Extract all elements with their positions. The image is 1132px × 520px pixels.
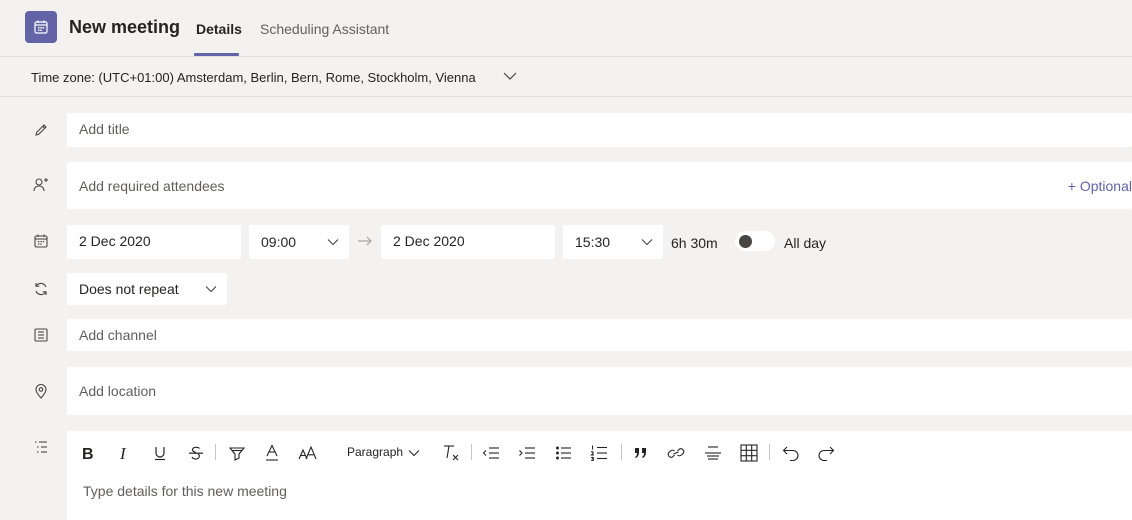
underline-icon[interactable] xyxy=(151,442,169,464)
attendees-placeholder: Add required attendees xyxy=(79,178,225,194)
all-day-toggle[interactable] xyxy=(735,231,775,251)
details-list-icon xyxy=(31,437,51,457)
increase-indent-icon[interactable] xyxy=(517,442,537,464)
svg-text:B: B xyxy=(82,446,94,461)
bold-icon[interactable]: B xyxy=(79,442,97,464)
redo-icon[interactable] xyxy=(816,442,836,464)
chevron-down-icon xyxy=(409,449,420,457)
channel-field[interactable]: Add channel xyxy=(67,319,1132,351)
title-placeholder: Add title xyxy=(79,121,130,137)
end-time-select[interactable]: 15:30 xyxy=(563,225,663,259)
highlight-icon[interactable] xyxy=(227,442,247,464)
toolbar-separator xyxy=(621,444,622,460)
chevron-down-icon[interactable] xyxy=(205,285,217,293)
quote-icon[interactable] xyxy=(631,442,651,464)
end-date-value: 2 Dec 2020 xyxy=(393,233,465,249)
paragraph-label: Paragraph xyxy=(347,445,404,459)
clear-format-icon[interactable] xyxy=(441,442,461,464)
horizontal-rule-icon[interactable] xyxy=(703,442,723,464)
location-field[interactable]: Add location xyxy=(67,367,1132,415)
channel-icon xyxy=(31,325,51,345)
toolbar-separator xyxy=(471,444,472,460)
tab-details[interactable]: Details xyxy=(196,21,242,37)
link-icon[interactable] xyxy=(666,442,686,464)
numbered-list-icon[interactable] xyxy=(589,442,609,464)
calendar-app-icon xyxy=(25,11,57,43)
duration-label: 6h 30m xyxy=(671,235,718,251)
chevron-down-icon[interactable] xyxy=(641,238,653,246)
attendees-field[interactable]: Add required attendees + Optional xyxy=(67,162,1132,209)
start-time-value: 09:00 xyxy=(261,234,297,250)
title-field[interactable]: Add title xyxy=(67,113,1132,147)
optional-attendees-link[interactable]: + Optional xyxy=(1068,178,1132,194)
decrease-indent-icon[interactable] xyxy=(481,442,501,464)
font-color-icon[interactable] xyxy=(263,442,281,464)
pencil-icon xyxy=(31,120,51,140)
tab-scheduling-assistant[interactable]: Scheduling Assistant xyxy=(260,21,389,37)
bullet-list-icon[interactable] xyxy=(554,442,574,464)
paragraph-style-select[interactable]: Paragraph xyxy=(347,445,420,459)
arrow-right-icon xyxy=(357,233,373,249)
italic-icon[interactable]: I xyxy=(115,442,133,464)
details-editor[interactable]: B I Paragraph Type details for this new … xyxy=(67,431,1132,520)
toolbar-separator xyxy=(769,444,770,460)
location-placeholder: Add location xyxy=(79,383,157,399)
all-day-label: All day xyxy=(784,235,827,251)
repeat-value: Does not repeat xyxy=(79,281,179,297)
start-date-value: 2 Dec 2020 xyxy=(79,233,151,249)
strikethrough-icon[interactable] xyxy=(187,442,205,464)
font-size-icon[interactable] xyxy=(297,442,319,464)
timezone-bar[interactable]: Time zone: (UTC+01:00) Amsterdam, Berlin… xyxy=(0,57,1132,97)
table-icon[interactable] xyxy=(739,442,759,464)
repeat-icon xyxy=(31,279,51,299)
start-date-field[interactable]: 2 Dec 2020 xyxy=(67,225,241,259)
repeat-select[interactable]: Does not repeat xyxy=(67,273,227,305)
editor-placeholder: Type details for this new meeting xyxy=(83,483,287,499)
end-date-field[interactable]: 2 Dec 2020 xyxy=(381,225,555,259)
toggle-knob xyxy=(739,235,752,248)
active-tab-indicator xyxy=(194,53,239,56)
header: New meeting Details Scheduling Assistant xyxy=(0,0,1132,57)
chevron-down-icon[interactable] xyxy=(503,71,517,81)
page-title: New meeting xyxy=(69,17,181,37)
add-person-icon xyxy=(31,175,51,195)
calendar-icon xyxy=(31,231,51,251)
start-time-select[interactable]: 09:00 xyxy=(249,225,349,259)
svg-text:I: I xyxy=(119,445,127,461)
end-time-value: 15:30 xyxy=(575,234,611,250)
timezone-label[interactable]: Time zone: (UTC+01:00) Amsterdam, Berlin… xyxy=(31,70,476,85)
chevron-down-icon[interactable] xyxy=(327,238,339,246)
toolbar-separator xyxy=(215,444,216,460)
location-icon xyxy=(31,381,51,401)
channel-placeholder: Add channel xyxy=(79,327,157,343)
undo-icon[interactable] xyxy=(781,442,801,464)
